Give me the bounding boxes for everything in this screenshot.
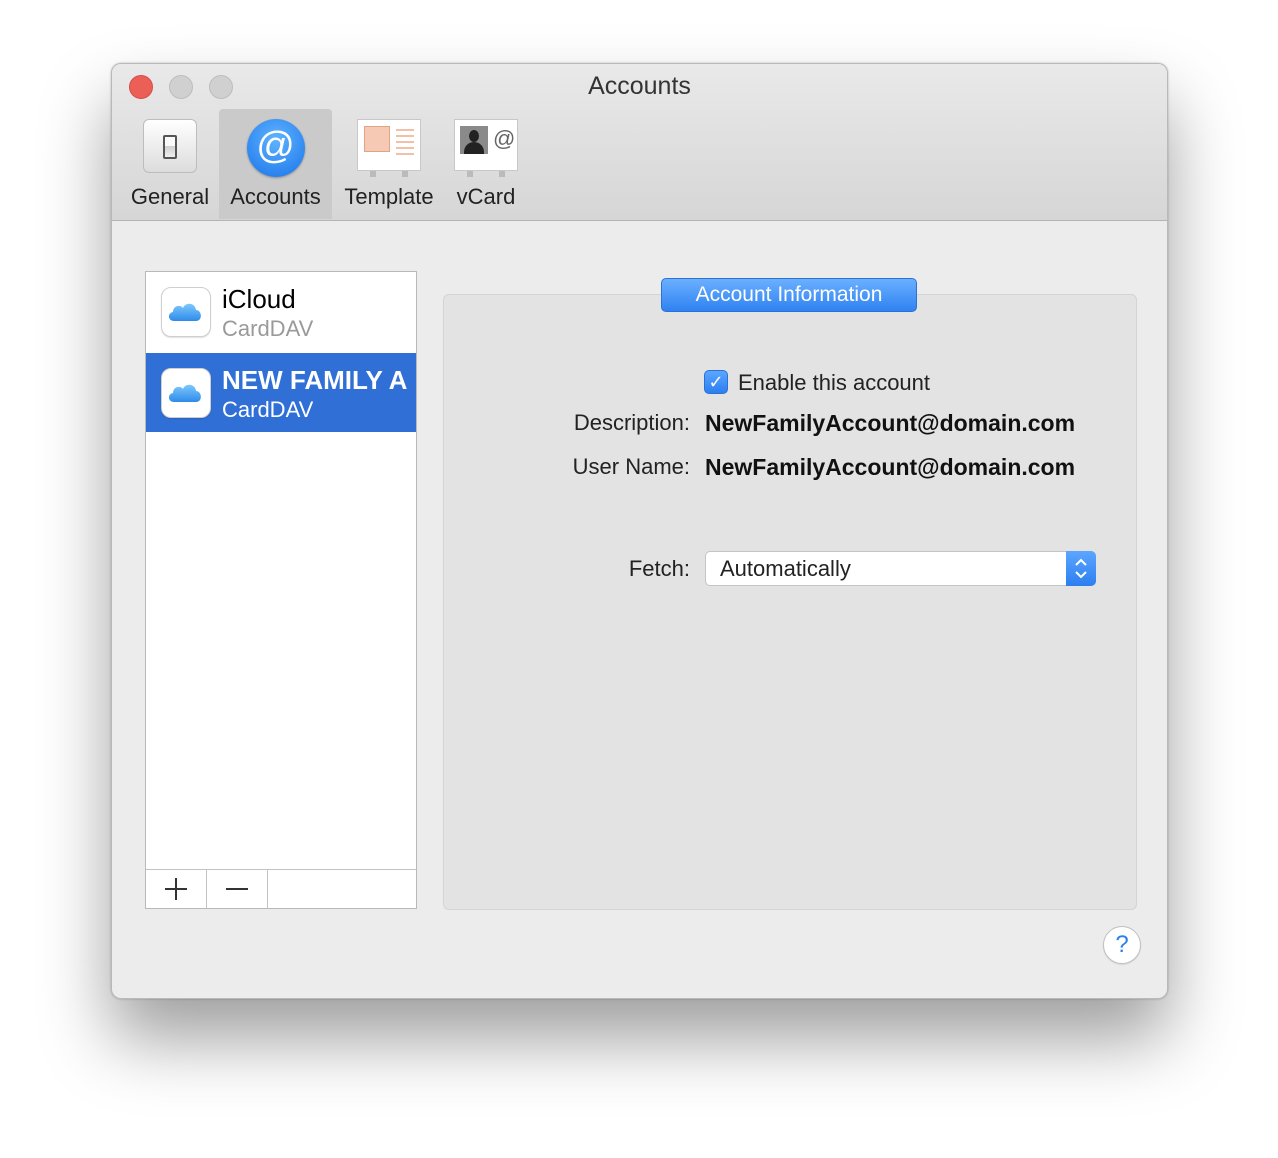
help-button[interactable]: ? (1103, 926, 1141, 964)
at-sign-icon: @ (246, 119, 305, 177)
add-account-button[interactable] (146, 870, 207, 908)
minus-icon (226, 888, 248, 890)
account-type: CardDAV (222, 316, 314, 341)
account-row-new-family[interactable]: NEW FAMILY A CardDAV (146, 353, 416, 432)
vcard-icon: @ (454, 119, 518, 177)
enable-account-checkbox[interactable]: ✓ (704, 370, 728, 394)
icloud-icon (161, 287, 211, 337)
toolbar-template[interactable]: Template (338, 109, 440, 219)
fetch-select[interactable]: Automatically (705, 551, 1096, 586)
icloud-icon (161, 368, 211, 418)
toolbar-general[interactable]: General (126, 109, 214, 219)
toolbar-vcard-label: vCard (456, 184, 516, 209)
toolbar-vcard[interactable]: @ vCard (446, 109, 526, 219)
account-name: iCloud (222, 284, 296, 314)
accounts-preferences-window: Accounts General @ Accounts Template @ v… (111, 63, 1168, 999)
tab-account-information[interactable]: Account Information (661, 278, 917, 312)
fetch-value: Automatically (720, 556, 851, 581)
remove-account-button[interactable] (207, 870, 268, 908)
username-label: User Name: (572, 454, 690, 479)
description-value: NewFamilyAccount@domain.com (705, 410, 1076, 436)
account-row-icloud[interactable]: iCloud CardDAV (146, 272, 416, 351)
username-value: NewFamilyAccount@domain.com (705, 454, 1076, 480)
enable-account-label: Enable this account (738, 370, 931, 395)
list-footer (146, 869, 416, 908)
account-name: NEW FAMILY A (222, 365, 408, 395)
fetch-label: Fetch: (628, 556, 690, 581)
accounts-list[interactable]: iCloud CardDAV NEW FAMILY A CardDAV (145, 271, 417, 909)
window-title: Accounts (588, 72, 691, 100)
toolbar-accounts-label: Accounts (230, 184, 321, 209)
plus-icon (165, 878, 187, 900)
titlebar: Accounts General @ Accounts Template @ v… (112, 64, 1167, 221)
toolbar-template-label: Template (344, 184, 434, 209)
updown-chevron-icon (1066, 551, 1096, 586)
toolbar-general-label: General (130, 184, 210, 209)
account-type: CardDAV (222, 397, 314, 422)
toolbar-accounts[interactable]: @ Accounts (219, 109, 332, 219)
switch-icon (143, 119, 197, 173)
template-icon (357, 119, 421, 177)
description-label: Description: (573, 410, 690, 435)
